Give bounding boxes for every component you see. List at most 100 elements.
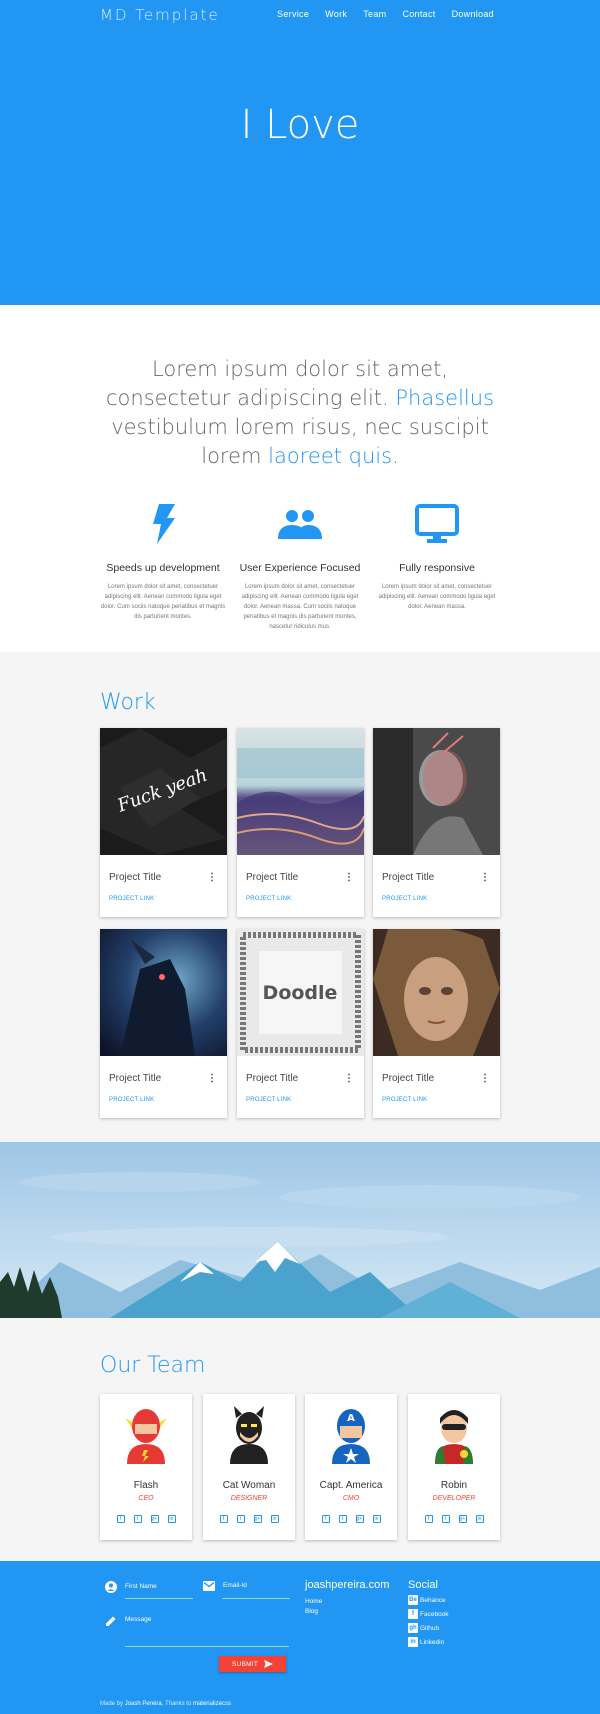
brand-logo[interactable]: MD Template (100, 6, 220, 24)
project-title: Project Title (109, 1073, 162, 1084)
team-member-role: DEVELOPER (432, 1495, 476, 1502)
credit-text: Made by (100, 1701, 125, 1707)
google-plus-icon[interactable]: g+ (355, 1515, 364, 1523)
team-member-role: CEO (138, 1495, 154, 1502)
team-member-name: Capt. America (319, 1480, 383, 1491)
behance-icon: Be (408, 1595, 418, 1605)
hero-header: MD Template Service Work Team Contact Do… (0, 0, 600, 305)
submit-button[interactable]: SUBMIT (219, 1656, 286, 1672)
account-circle-icon (105, 1581, 117, 1593)
work-title: Work (100, 690, 156, 715)
google-plus-icon[interactable]: g+ (458, 1515, 467, 1523)
project-card[interactable]: Project Title ⋮ PROJECT LINK (100, 929, 227, 1118)
team-card-robin: Robin DEVELOPER f t g+ in (408, 1394, 500, 1540)
social-link-facebook[interactable]: f Facebook (408, 1609, 449, 1619)
nav-service[interactable]: Service (277, 9, 309, 19)
flash-avatar (123, 1404, 169, 1464)
project-image[interactable] (237, 728, 364, 855)
linkedin-icon[interactable]: in (270, 1515, 279, 1523)
github-icon: gh (408, 1623, 418, 1633)
project-image[interactable] (373, 929, 500, 1056)
first-name-label: First Name (125, 1583, 157, 1590)
project-link[interactable]: PROJECT LINK (382, 896, 427, 902)
project-link[interactable]: PROJECT LINK (246, 896, 291, 902)
submit-label: SUBMIT (231, 1660, 259, 1668)
team-section: Our Team Flash CEO f t g+ in Cat Woman D… (0, 1318, 600, 1561)
project-link[interactable]: PROJECT LINK (382, 1097, 427, 1103)
message-underline (125, 1646, 289, 1647)
project-link[interactable]: PROJECT LINK (109, 896, 154, 902)
nav-contact[interactable]: Contact (402, 9, 435, 19)
project-image[interactable] (100, 929, 227, 1056)
facebook-icon: f (408, 1609, 418, 1619)
more-vert-icon[interactable]: ⋮ (344, 872, 354, 883)
team-title: Our Team (100, 1353, 206, 1378)
first-name-field[interactable]: First Name (105, 1581, 157, 1593)
intro-text: Lorem ipsum dolor sit amet, consectetur … (100, 355, 500, 471)
credit-text: . Thanks to (161, 1701, 193, 1707)
project-image[interactable] (373, 728, 500, 855)
footer: First Name Email-Id Message SUBMIT joash… (0, 1561, 600, 1714)
more-vert-icon[interactable]: ⋮ (480, 872, 490, 883)
twitter-icon[interactable]: t (133, 1515, 142, 1523)
facebook-icon[interactable]: f (116, 1515, 125, 1523)
facebook-icon[interactable]: f (219, 1515, 228, 1523)
email-field[interactable]: Email-Id (203, 1581, 247, 1591)
footer-credit: Made by Joash Pereira. Thanks to materia… (100, 1701, 231, 1707)
more-vert-icon[interactable]: ⋮ (344, 1073, 354, 1084)
feature-responsive: Fully responsive Lorem ipsum dolor sit a… (372, 500, 502, 612)
twitter-icon[interactable]: t (441, 1515, 450, 1523)
credit-author-link[interactable]: Joash Pereira (125, 1701, 162, 1707)
social-label: Behance (420, 1596, 446, 1604)
project-link[interactable]: PROJECT LINK (246, 1097, 291, 1103)
project-link[interactable]: PROJECT LINK (109, 1097, 154, 1103)
social-label: Github (420, 1624, 440, 1632)
linkedin-icon[interactable]: in (372, 1515, 381, 1523)
credit-thanks-link[interactable]: materializecss (193, 1701, 231, 1707)
social-link-linkedin[interactable]: in Linkedin (408, 1637, 444, 1647)
team-card-flash: Flash CEO f t g+ in (100, 1394, 192, 1540)
footer-social-title: Social (408, 1579, 438, 1591)
project-image[interactable]: Fuck yeah (100, 728, 227, 855)
nav-download[interactable]: Download (452, 9, 494, 19)
social-link-github[interactable]: gh Github (408, 1623, 439, 1633)
project-title: Project Title (109, 872, 162, 883)
robin-avatar (431, 1404, 477, 1464)
linkedin-icon[interactable]: in (475, 1515, 484, 1523)
intro-section: Lorem ipsum dolor sit amet, consectetur … (0, 305, 600, 652)
nav-team[interactable]: Team (363, 9, 386, 19)
nav-work[interactable]: Work (325, 9, 347, 19)
first-name-underline (125, 1598, 193, 1599)
bolt-icon (98, 500, 228, 548)
feature-text: Lorem ipsum dolor sit amet, consectetuer… (378, 584, 496, 610)
project-card[interactable]: Project Title ⋮ PROJECT LINK (237, 728, 364, 917)
main-nav: Service Work Team Contact Download (277, 9, 494, 19)
social-link-behance[interactable]: Be Behance (408, 1595, 446, 1605)
project-card[interactable]: Project Title ⋮ PROJECT LINK (373, 728, 500, 917)
twitter-icon[interactable]: t (338, 1515, 347, 1523)
project-card[interactable]: Doodle Project Title ⋮ PROJECT LINK (237, 929, 364, 1118)
message-field[interactable]: Message (105, 1615, 151, 1627)
team-member-name: Flash (133, 1480, 159, 1491)
more-vert-icon[interactable]: ⋮ (207, 1073, 217, 1084)
google-plus-icon[interactable]: g+ (253, 1515, 262, 1523)
feature-title: Fully responsive (399, 562, 475, 574)
facebook-icon[interactable]: f (424, 1515, 433, 1523)
feature-title: Speeds up development (106, 562, 220, 574)
svg-text:A: A (347, 1413, 355, 1424)
linkedin-icon[interactable]: in (167, 1515, 176, 1523)
facebook-icon[interactable]: f (321, 1515, 330, 1523)
footer-site-title[interactable]: joashpereira.com (305, 1579, 389, 1591)
more-vert-icon[interactable]: ⋮ (207, 872, 217, 883)
team-social-links: f t g+ in (408, 1515, 500, 1523)
more-vert-icon[interactable]: ⋮ (480, 1073, 490, 1084)
project-card[interactable]: Fuck yeah Project Title ⋮ PROJECT LINK (100, 728, 227, 917)
footer-link-blog[interactable]: Blog (305, 1608, 318, 1615)
feature-text: Lorem ipsum dolor sit amet, consectetuer… (100, 584, 226, 620)
twitter-icon[interactable]: t (236, 1515, 245, 1523)
project-title: Project Title (382, 872, 435, 883)
google-plus-icon[interactable]: g+ (150, 1515, 159, 1523)
project-card[interactable]: Project Title ⋮ PROJECT LINK (373, 929, 500, 1118)
footer-link-home[interactable]: Home (305, 1598, 322, 1605)
project-image[interactable]: Doodle (237, 929, 364, 1056)
